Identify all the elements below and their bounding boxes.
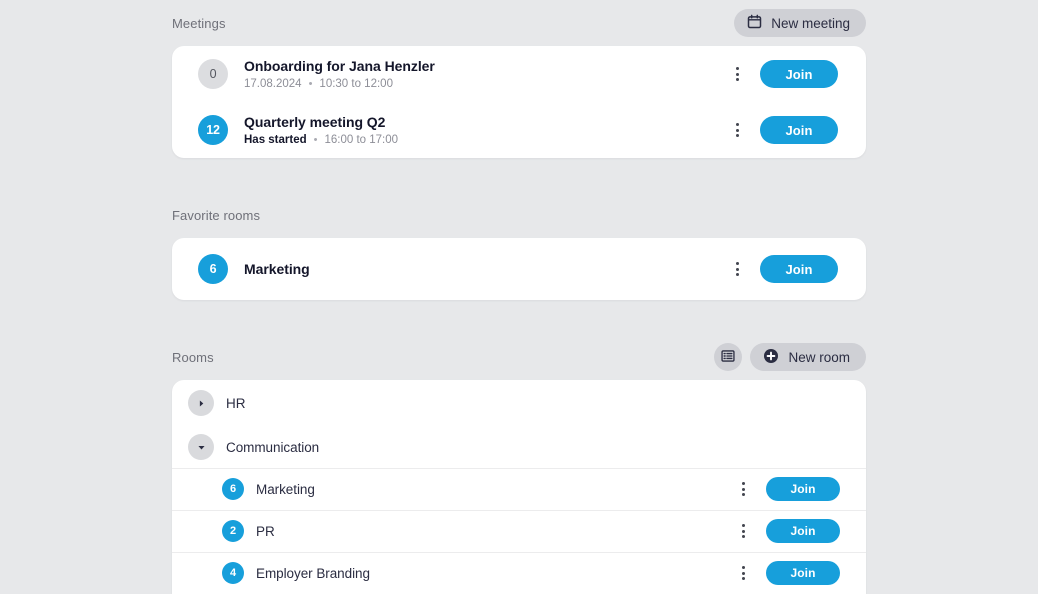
chevron-down-icon[interactable] (188, 434, 214, 460)
room-info: Marketing (256, 481, 734, 498)
participant-count-badge: 0 (198, 59, 228, 89)
participant-count-badge: 2 (222, 520, 244, 542)
meetings-section-header: Meetings New meeting (172, 0, 866, 46)
room-group-info: Communication (226, 439, 838, 456)
separator-dot: • (308, 77, 313, 90)
meeting-subtitle: Has started • 16:00 to 17:00 (244, 133, 728, 147)
room-row-actions: Join (734, 561, 840, 585)
list-view-toggle-button[interactable] (714, 343, 743, 371)
room-name: Marketing (244, 260, 310, 277)
favorite-room-row[interactable]: 6 Marketing Join (172, 238, 866, 300)
kebab-menu-icon[interactable] (728, 63, 746, 85)
app-root: Meetings New meeting 0 Onboarding for Ja… (0, 0, 1038, 594)
favorite-room-actions: Join (728, 255, 838, 283)
kebab-menu-icon[interactable] (734, 562, 752, 584)
kebab-menu-icon[interactable] (734, 520, 752, 542)
rooms-section-header: Rooms New room (172, 334, 866, 380)
room-row[interactable]: 4 Employer Branding Join (172, 552, 866, 594)
list-view-icon (721, 349, 736, 366)
rooms-card: HR Communication 6 Marketing Join 2 PR J… (172, 380, 866, 594)
main-content: Meetings New meeting 0 Onboarding for Ja… (172, 0, 866, 594)
room-row[interactable]: 6 Marketing Join (172, 468, 866, 510)
meeting-subtitle: 17.08.2024 • 10:30 to 12:00 (244, 77, 728, 91)
calendar-icon (747, 14, 762, 32)
meeting-info: Quarterly meeting Q2 Has started • 16:00… (244, 114, 728, 147)
room-group-info: HR (226, 395, 838, 412)
meeting-status: Has started (244, 133, 307, 146)
plus-circle-icon (763, 348, 779, 367)
room-group-name: Communication (226, 439, 320, 455)
page-title-favorite-rooms: Favorite rooms (172, 207, 261, 223)
room-info: Employer Branding (256, 565, 734, 582)
join-button[interactable]: Join (760, 60, 838, 88)
room-name: PR (256, 523, 275, 539)
new-meeting-label: New meeting (771, 15, 850, 31)
favorite-rooms-section-header: Favorite rooms (172, 192, 866, 238)
meeting-time: 10:30 to 12:00 (319, 77, 393, 90)
participant-count-badge: 4 (222, 562, 244, 584)
meetings-header-actions: New meeting (734, 9, 866, 37)
meeting-row-actions: Join (728, 60, 838, 88)
meeting-title: Onboarding for Jana Henzler (244, 57, 435, 74)
chevron-right-icon[interactable] (188, 390, 214, 416)
room-name: Employer Branding (256, 565, 370, 581)
kebab-menu-icon[interactable] (728, 119, 746, 141)
join-button[interactable]: Join (766, 519, 840, 543)
participant-count-badge: 6 (222, 478, 244, 500)
kebab-menu-icon[interactable] (728, 258, 746, 280)
kebab-menu-icon[interactable] (734, 478, 752, 500)
room-row-actions: Join (734, 477, 840, 501)
meeting-title: Quarterly meeting Q2 (244, 113, 386, 130)
meeting-time: 16:00 to 17:00 (324, 133, 399, 146)
page-title-meetings: Meetings (172, 15, 226, 31)
separator-dot: • (313, 133, 318, 146)
room-group-name: HR (226, 395, 246, 411)
join-button[interactable]: Join (760, 116, 838, 144)
meeting-row[interactable]: 12 Quarterly meeting Q2 Has started • 16… (172, 102, 866, 158)
room-group-row-communication[interactable]: Communication (172, 426, 866, 468)
meeting-info: Onboarding for Jana Henzler 17.08.2024 •… (244, 58, 728, 91)
new-meeting-button[interactable]: New meeting (734, 9, 866, 37)
favorite-room-info: Marketing (244, 261, 728, 278)
participant-count-badge: 12 (198, 115, 228, 145)
meeting-date: 17.08.2024 (244, 77, 302, 90)
room-row-actions: Join (734, 519, 840, 543)
meetings-card: 0 Onboarding for Jana Henzler 17.08.2024… (172, 46, 866, 158)
participant-count-badge: 6 (198, 254, 228, 284)
join-button[interactable]: Join (766, 561, 840, 585)
join-button[interactable]: Join (760, 255, 838, 283)
room-info: PR (256, 523, 734, 540)
meeting-row-actions: Join (728, 116, 838, 144)
page-title-rooms: Rooms (172, 349, 214, 365)
meeting-row[interactable]: 0 Onboarding for Jana Henzler 17.08.2024… (172, 46, 866, 102)
room-name: Marketing (256, 481, 315, 497)
room-row[interactable]: 2 PR Join (172, 510, 866, 552)
new-room-label: New room (788, 349, 850, 365)
new-room-button[interactable]: New room (750, 343, 866, 371)
join-button[interactable]: Join (766, 477, 840, 501)
rooms-header-actions: New room (714, 343, 866, 371)
room-group-row-hr[interactable]: HR (172, 380, 866, 426)
favorite-rooms-card: 6 Marketing Join (172, 238, 866, 300)
